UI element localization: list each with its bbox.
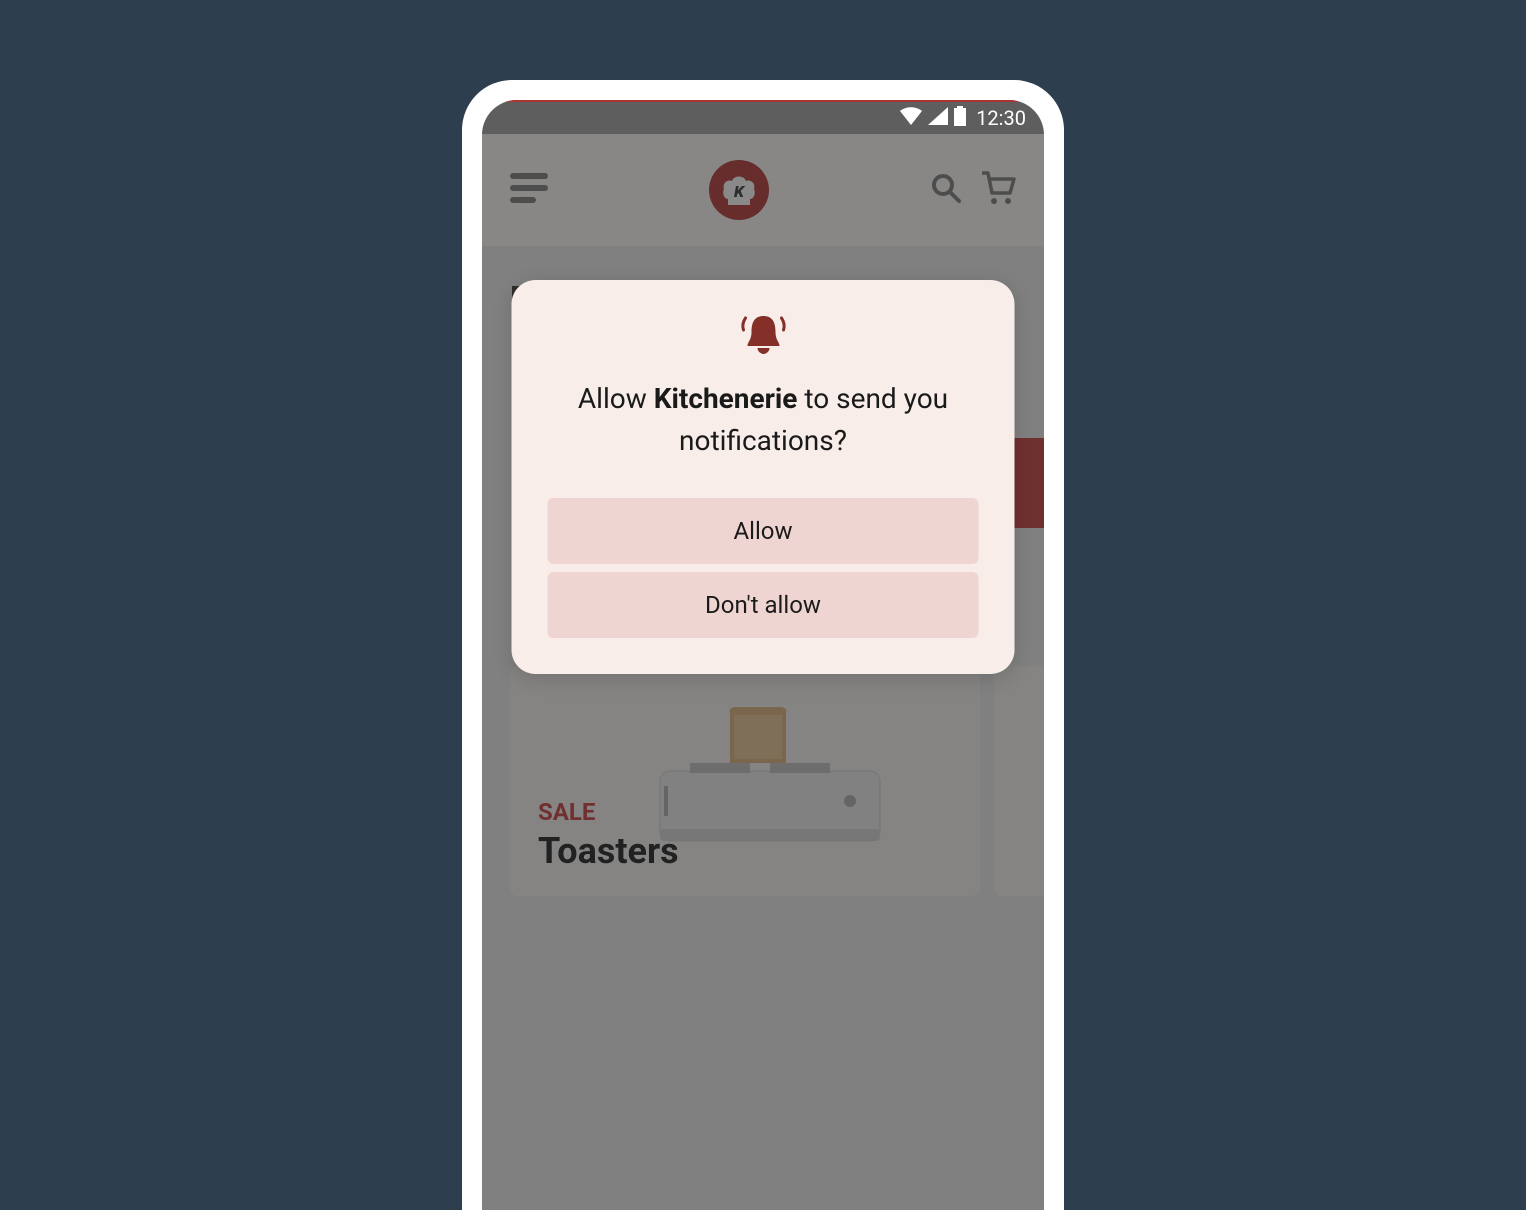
dialog-prompt: Allow Kitchenerie to send you notificati… [548,378,979,462]
deny-button[interactable]: Don't allow [548,572,979,638]
notification-permission-dialog: Allow Kitchenerie to send you notificati… [512,280,1015,674]
dialog-prompt-pre: Allow [578,382,654,415]
dialog-brand: Kitchenerie [654,382,798,415]
phone-frame: 12:30 K [462,80,1064,1210]
status-bar: 12:30 [482,100,1044,134]
signal-icon [928,107,948,129]
allow-button[interactable]: Allow [548,498,979,564]
bell-ringing-icon [548,312,979,356]
battery-icon [954,106,966,130]
phone-screen: 12:30 K [482,100,1044,1210]
wifi-icon [900,107,922,129]
status-time: 12:30 [976,106,1026,130]
